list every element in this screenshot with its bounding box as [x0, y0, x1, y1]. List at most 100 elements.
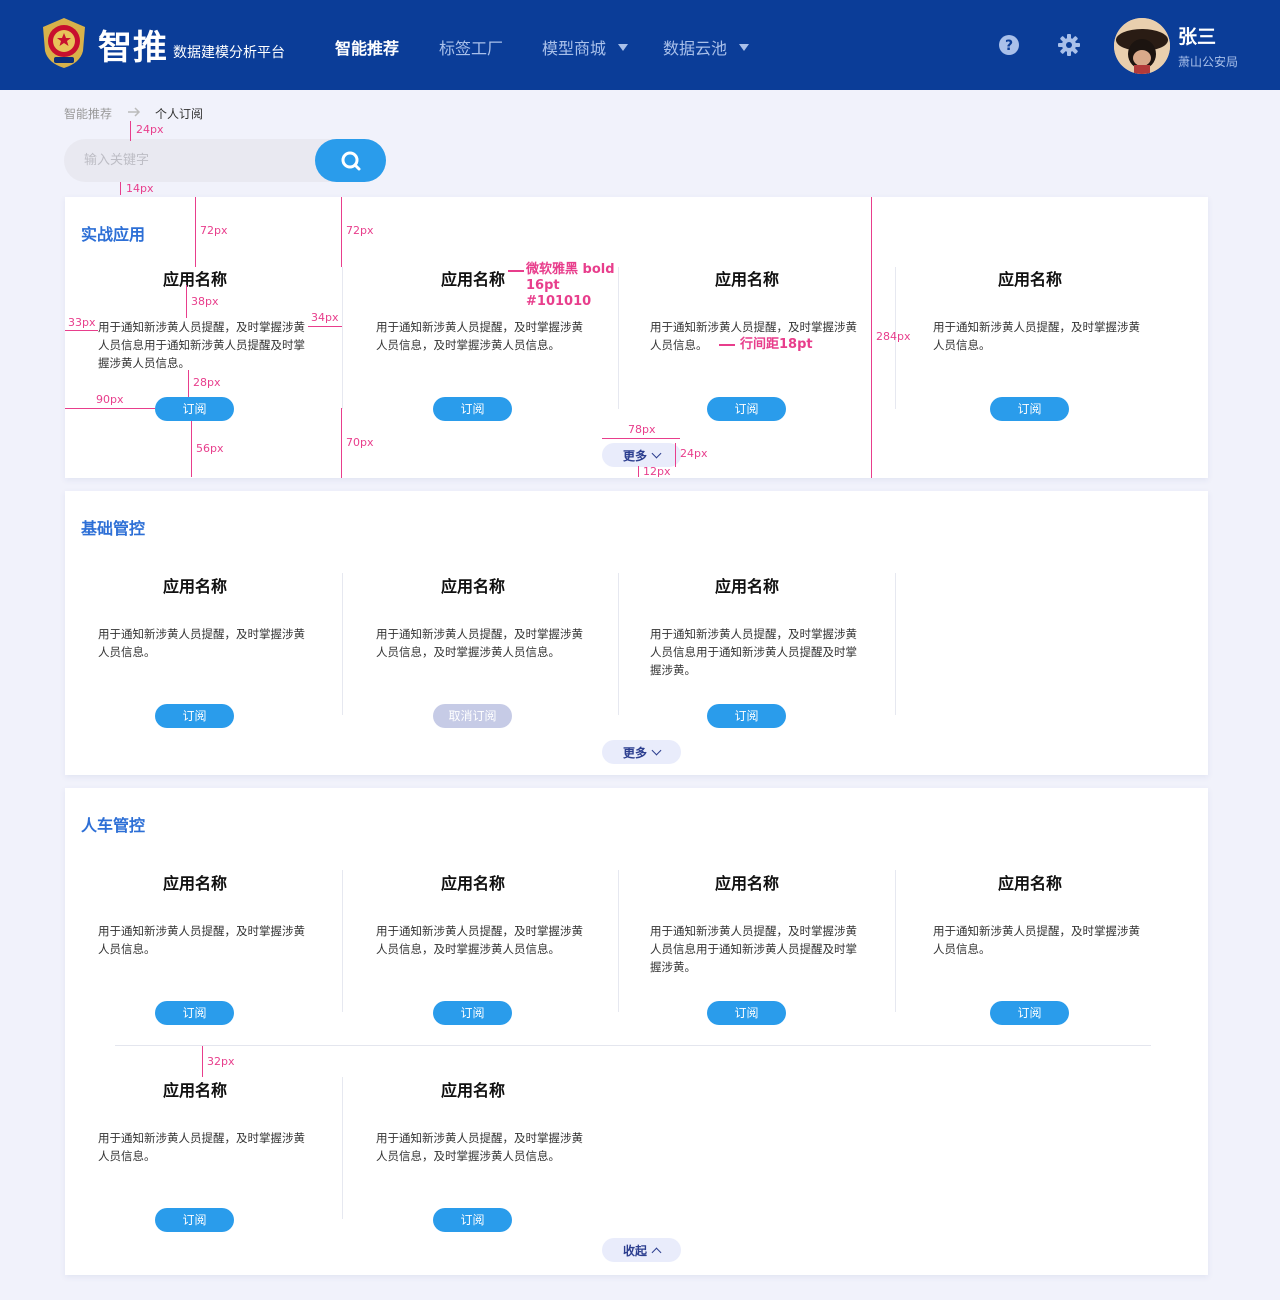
subscribe-button[interactable]: 订阅 — [155, 1001, 234, 1025]
measure-line — [675, 443, 676, 467]
measure-line — [202, 1046, 203, 1077]
subscribe-button[interactable]: 订阅 — [433, 1001, 512, 1025]
divider — [895, 870, 896, 1012]
subscribe-button[interactable]: 订阅 — [990, 1001, 1069, 1025]
card-description: 用于通知新涉黄人员提醒，及时掌握涉黄人员信息，及时掌握涉黄人员信息。 — [376, 627, 583, 659]
card-title: 应用名称 — [714, 270, 779, 289]
card-description: 用于通知新涉黄人员提醒，及时掌握涉黄人员信息。 — [933, 924, 1140, 956]
subscribe-button[interactable]: 订阅 — [433, 1208, 512, 1232]
help-icon[interactable]: ? — [998, 34, 1020, 56]
measure-line — [341, 197, 342, 267]
divider — [618, 267, 619, 409]
measure-line — [871, 197, 872, 478]
measure-line — [508, 270, 524, 272]
measure-line — [195, 197, 196, 267]
search-icon — [341, 151, 360, 170]
measure-line — [191, 421, 192, 477]
measure-line — [308, 326, 342, 327]
card-title: 应用名称 — [714, 874, 779, 893]
nav-data-pool[interactable]: 数据云池 — [663, 35, 750, 59]
card-description: 用于通知新涉黄人员提醒，及时掌握涉黄人员信息，及时掌握涉黄人员信息。 — [376, 1131, 583, 1163]
measure-line — [120, 182, 121, 195]
nav-smart-recommend[interactable]: 智能推荐 — [335, 35, 399, 59]
card-description: 用于通知新涉黄人员提醒，及时掌握涉黄人员信息，及时掌握涉黄人员信息。 — [376, 924, 583, 956]
divider — [895, 573, 896, 715]
annotation-label: 24px — [680, 447, 708, 460]
subscribe-button[interactable]: 订阅 — [990, 397, 1069, 421]
annotation-label: 12px — [643, 465, 671, 478]
breadcrumb-home[interactable]: 智能推荐 — [64, 105, 112, 122]
collapse-toggle-button[interactable]: 收起 — [602, 1238, 681, 1262]
font-annotation: 微软雅黑 bold 16pt #101010 — [526, 262, 615, 310]
toggle-label: 更多 — [622, 448, 647, 463]
annotation-label: 72px — [200, 224, 228, 237]
breadcrumb-current: 个人订阅 — [155, 107, 204, 121]
annotation-line: 微软雅黑 bold — [526, 262, 615, 277]
divider — [618, 870, 619, 1012]
card-title: 应用名称 — [440, 1081, 505, 1100]
annotation-line: #101010 — [526, 294, 592, 309]
annotation-label: 14px — [126, 182, 154, 195]
measure-line — [188, 370, 189, 397]
section-title: 人车管控 — [81, 816, 146, 835]
annotation-label: 56px — [196, 442, 224, 455]
caret-down-icon — [618, 43, 629, 51]
card-title: 应用名称 — [162, 874, 227, 893]
row-divider — [115, 1045, 1151, 1046]
subscribe-button[interactable]: 订阅 — [707, 397, 786, 421]
card-description: 用于通知新涉黄人员提醒，及时掌握涉黄人员信息。 — [98, 1131, 305, 1163]
chevron-up-icon — [651, 1247, 662, 1257]
card-description: 用于通知新涉黄人员提醒，及时掌握涉黄人员信息。 — [98, 924, 305, 956]
measure-line — [638, 466, 639, 477]
annotation-label: 38px — [191, 295, 219, 308]
user-photo-icon — [1114, 18, 1170, 74]
card-description: 用于通知新涉黄人员提醒，及时掌握涉黄人员信息用于通知新涉黄人员提醒及时掌握涉黄。 — [650, 924, 857, 974]
divider — [342, 1077, 343, 1219]
divider — [342, 870, 343, 1012]
divider — [618, 573, 619, 715]
section-basic-control: 基础管控 应用名称 用于通知新涉黄人员提醒，及时掌握涉黄人员信息。 订阅 应用名… — [65, 491, 1208, 775]
divider — [342, 267, 343, 409]
annotation-label: 284px — [876, 330, 911, 343]
annotation-label: 90px — [96, 393, 124, 406]
brand-title: 智推 — [98, 28, 168, 68]
subscribe-button[interactable]: 订阅 — [155, 397, 234, 421]
nav-label: 数据云池 — [663, 39, 728, 58]
card-title: 应用名称 — [162, 270, 227, 289]
brand-subtitle: 数据建模分析平台 — [173, 45, 285, 61]
toggle-label: 更多 — [622, 745, 647, 760]
card-title: 应用名称 — [997, 270, 1062, 289]
annotation-label: 33px — [68, 316, 96, 329]
chevron-down-icon — [651, 448, 662, 458]
measure-line — [341, 408, 342, 478]
search-input[interactable] — [64, 139, 354, 182]
unsubscribe-button[interactable]: 取消订阅 — [433, 704, 512, 728]
subscribe-button[interactable]: 订阅 — [707, 704, 786, 728]
subscribe-button[interactable]: 订阅 — [433, 397, 512, 421]
subscribe-button[interactable]: 订阅 — [155, 704, 234, 728]
measure-line — [602, 438, 680, 439]
section-person-vehicle-control: 人车管控 应用名称 用于通知新涉黄人员提醒，及时掌握涉黄人员信息。 订阅 应用名… — [65, 788, 1208, 1275]
user-name[interactable]: 张三 — [1178, 22, 1216, 49]
card-title: 应用名称 — [162, 577, 227, 596]
measure-line — [186, 285, 187, 318]
nav-model-store[interactable]: 模型商城 — [542, 35, 629, 59]
search-button[interactable] — [315, 139, 386, 182]
subscribe-button[interactable]: 订阅 — [707, 1001, 786, 1025]
gear-icon[interactable] — [1058, 34, 1080, 56]
avatar[interactable] — [1114, 18, 1170, 74]
card-description: 用于通知新涉黄人员提醒，及时掌握涉黄人员信息。 — [98, 627, 305, 659]
more-toggle-button[interactable]: 更多 — [602, 443, 681, 467]
more-toggle-button[interactable]: 更多 — [602, 740, 681, 764]
measure-line — [130, 121, 131, 141]
card-title: 应用名称 — [440, 874, 505, 893]
measure-line — [65, 408, 155, 409]
annotation-label: 24px — [136, 123, 164, 136]
subscribe-button[interactable]: 订阅 — [155, 1208, 234, 1232]
card-title: 应用名称 — [997, 874, 1062, 893]
card-description: 用于通知新涉黄人员提醒，及时掌握涉黄人员信息用于通知新涉黄人员提醒及时掌握涉黄。 — [650, 627, 857, 677]
card-title: 应用名称 — [440, 577, 505, 596]
nav-tag-factory[interactable]: 标签工厂 — [439, 35, 503, 59]
toggle-label: 收起 — [622, 1243, 647, 1258]
measure-line — [65, 330, 98, 331]
